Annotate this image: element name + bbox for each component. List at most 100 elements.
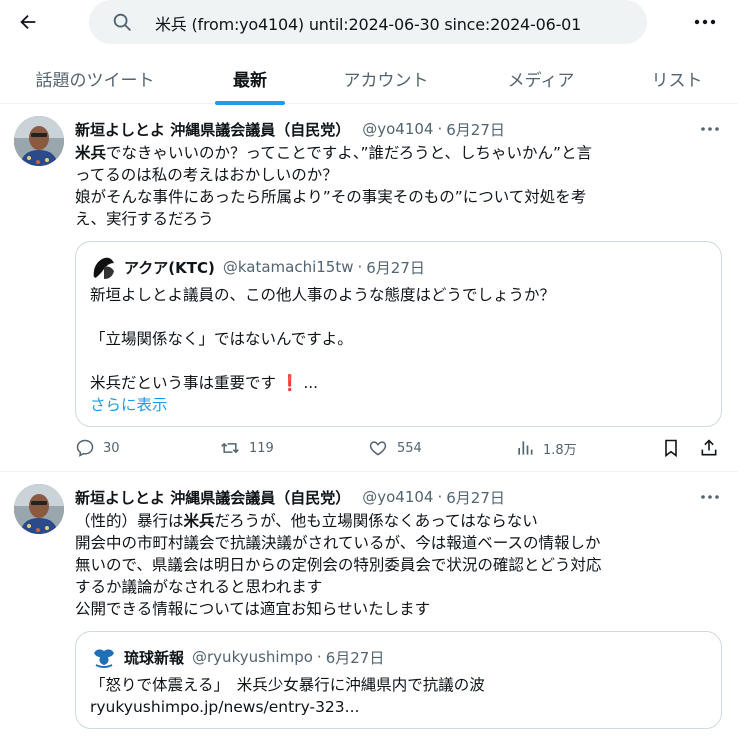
- quote-line: 新垣よしとよ議員の、この他人事のような態度はどうでしょうか？: [90, 286, 556, 304]
- quote-header: 琉球新報 @ryukyushimpo · 6月27日: [90, 643, 385, 671]
- avatar[interactable]: [14, 484, 64, 534]
- author-handle[interactable]: @yo4104: [362, 120, 433, 138]
- quote-date: 6月27日: [325, 648, 385, 667]
- tweet-line: え、実行するだろう: [75, 210, 214, 228]
- tweet-header: 新垣よしとよ 沖縄県議会議員（自民党） @yo4104 · 6月27日: [75, 486, 505, 508]
- exclamation-icon: ❗: [280, 374, 300, 392]
- separator-dot: ·: [437, 488, 443, 506]
- share-button[interactable]: [699, 438, 727, 458]
- tweet-line: 開会中の市町村議会で抗議決議がされているが、今は報道ベースの情報しか: [75, 534, 601, 552]
- retweet-count: 119: [249, 440, 274, 456]
- tweet-header: 新垣よしとよ 沖縄県議会議員（自民党） @yo4104 · 6月27日: [75, 118, 505, 140]
- tab-label: 話題のツイート: [35, 70, 155, 91]
- views-icon: [518, 441, 533, 455]
- tweet-line-text: （性的）暴行は: [75, 512, 184, 530]
- tweet-line: 米兵でなきゃいいのか？ってことですよ、”誰だろうと、しちゃいかん”と言: [75, 142, 715, 164]
- separator-dot: ·: [357, 258, 363, 276]
- bookmark-button[interactable]: [661, 438, 689, 458]
- tab-latest[interactable]: 最新: [214, 52, 286, 105]
- search-highlight: 米兵: [183, 512, 215, 530]
- author-name[interactable]: 新垣よしとよ 沖縄県議会議員（自民党）: [75, 487, 350, 508]
- bookmark-icon: [665, 439, 677, 458]
- reply-button[interactable]: 30: [75, 438, 120, 458]
- tweet-more-button[interactable]: [697, 487, 723, 507]
- tweet-line-text: でなきゃいいのか？ってことですよ、”誰だろうと、しちゃいかん”と言: [106, 144, 593, 162]
- avatar-image: [14, 116, 64, 166]
- tweet[interactable]: 新垣よしとよ 沖縄県議会議員（自民党） @yo4104 · 6月27日 米兵でな…: [0, 105, 738, 472]
- quote-avatar-image: [90, 643, 118, 671]
- quote-author-handle: @katamachi15tw: [222, 258, 354, 276]
- tweet-line: するか議論がなされると思われます: [75, 578, 323, 596]
- tweet-date[interactable]: 6月27日: [446, 487, 505, 508]
- like-count: 554: [397, 440, 422, 456]
- tweet-line: ってるのは私の考えはおかしいのか？: [75, 166, 338, 184]
- quote-author-name: 琉球新報: [124, 648, 185, 667]
- back-button[interactable]: [12, 6, 44, 38]
- tweet-text: （性的）暴行は米兵だろうが、他も立場関係なくあってはならない 開会中の市町村議会…: [75, 510, 715, 620]
- quote-author-name: アクア(KTC): [124, 258, 215, 277]
- search-highlight: 米兵: [75, 144, 107, 162]
- quoted-tweet[interactable]: アクア(KTC) @katamachi15tw · 6月27日 新垣よしとよ議員…: [75, 241, 722, 427]
- tweet-date[interactable]: 6月27日: [446, 119, 505, 140]
- tweet-line: 公開できる情報については適宜お知らせいたします: [75, 600, 431, 618]
- quote-author-handle: @ryukyushimpo: [192, 648, 313, 666]
- views-button[interactable]: 1.8万: [515, 438, 577, 458]
- separator-dot: ·: [437, 120, 443, 138]
- quote-line: 「怒りで体震える」 米兵少女暴行に沖縄県内で抗議の波: [90, 676, 485, 694]
- tab-label: 最新: [233, 70, 267, 91]
- quote-text: 「怒りで体震える」 米兵少女暴行に沖縄県内で抗議の波 ryukyushimpo.…: [90, 674, 700, 718]
- tweet-actions: 30 119 554 1.8万: [75, 438, 725, 462]
- quote-line-text: 米兵だという事は重要です: [90, 374, 277, 392]
- more-horizontal-icon: [701, 127, 719, 131]
- top-bar: 米兵 (from:yo4104) until:2024-06-30 since:…: [0, 0, 738, 52]
- search-tabs: 話題のツイート 最新 アカウント メディア リスト: [0, 52, 738, 105]
- author-handle[interactable]: @yo4104: [362, 488, 433, 506]
- quote-avatar: [90, 643, 118, 671]
- quote-date: 6月27日: [366, 258, 425, 277]
- retweet-button[interactable]: 119: [219, 438, 274, 458]
- heart-icon: [369, 441, 387, 456]
- tab-media[interactable]: メディア: [498, 52, 584, 104]
- avatar-image: [14, 484, 64, 534]
- more-options-button[interactable]: [690, 10, 720, 34]
- tweet-line: 無いので、県議会は明日からの定例会の特別委員会で状況の確認とどう対応: [75, 556, 602, 574]
- quote-line: 「立場関係なく」ではないんですよ。: [90, 330, 353, 348]
- tweet[interactable]: 新垣よしとよ 沖縄県議会議員（自民党） @yo4104 · 6月27日 （性的）…: [0, 473, 738, 738]
- quote-avatar-image: [90, 253, 118, 281]
- search-input[interactable]: 米兵 (from:yo4104) until:2024-06-30 since:…: [155, 11, 581, 35]
- ellipsis: ...: [303, 374, 319, 392]
- author-name[interactable]: 新垣よしとよ 沖縄県議会議員（自民党）: [75, 119, 350, 140]
- quote-link[interactable]: ryukyushimpo.jp/news/entry-323...: [90, 696, 700, 718]
- search-icon: [113, 13, 131, 31]
- quote-header: アクア(KTC) @katamachi15tw · 6月27日: [90, 253, 425, 281]
- separator-dot: ·: [316, 648, 322, 666]
- more-horizontal-icon: [694, 19, 716, 25]
- tweet-text: 米兵でなきゃいいのか？ってことですよ、”誰だろうと、しちゃいかん”と言 ってるの…: [75, 142, 715, 230]
- show-more-link[interactable]: さらに表示: [90, 394, 700, 416]
- tab-label: アカウント: [343, 70, 429, 91]
- tab-top[interactable]: 話題のツイート: [22, 52, 168, 104]
- quote-text: 新垣よしとよ議員の、この他人事のような態度はどうでしょうか？ 「立場関係なく」で…: [90, 284, 700, 416]
- quote-avatar: [90, 253, 118, 281]
- share-icon: [701, 439, 717, 456]
- tab-label: リスト: [651, 70, 703, 91]
- avatar[interactable]: [14, 116, 64, 166]
- reply-icon: [76, 439, 94, 457]
- reply-count: 30: [103, 440, 120, 456]
- arrow-left-icon: [20, 14, 36, 30]
- tab-label: メディア: [507, 70, 575, 91]
- view-count: 1.8万: [543, 442, 577, 458]
- tab-accounts[interactable]: アカウント: [334, 52, 438, 104]
- more-horizontal-icon: [701, 495, 719, 499]
- tweet-more-button[interactable]: [697, 119, 723, 139]
- search-box[interactable]: 米兵 (from:yo4104) until:2024-06-30 since:…: [89, 0, 647, 44]
- retweet-icon: [221, 442, 239, 454]
- quote-line: 米兵だという事は重要です ❗...: [90, 372, 700, 394]
- tweet-line: （性的）暴行は米兵だろうが、他も立場関係なくあってはならない: [75, 510, 715, 532]
- like-button[interactable]: 554: [367, 438, 422, 458]
- tab-lists[interactable]: リスト: [640, 52, 714, 104]
- quoted-tweet[interactable]: 琉球新報 @ryukyushimpo · 6月27日 「怒りで体震える」 米兵少…: [75, 631, 722, 729]
- tweet-line: 娘がそんな事件にあったら所属より”その事実そのもの”について対処を考: [75, 188, 587, 206]
